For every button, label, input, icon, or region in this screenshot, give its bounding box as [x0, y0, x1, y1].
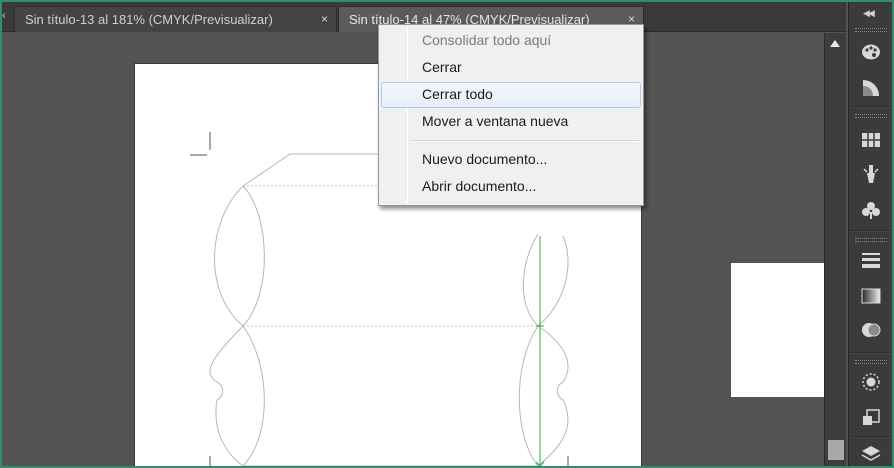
- panel-separator: [851, 352, 891, 354]
- second-artboard-fragment[interactable]: [731, 263, 824, 397]
- menu-separator: [410, 140, 639, 142]
- swatches-icon[interactable]: [859, 128, 883, 152]
- tab-scroll-left-icon[interactable]: ‹: [2, 10, 12, 22]
- panel-grip[interactable]: [855, 114, 887, 118]
- crop-mark-bottom-right: [567, 456, 569, 466]
- panel-grip[interactable]: [855, 28, 887, 32]
- panel-grip[interactable]: [855, 238, 887, 242]
- gradient-icon[interactable]: [859, 284, 883, 308]
- panel-dock: ◀◀: [848, 2, 892, 466]
- color-guide-icon[interactable]: [859, 76, 883, 100]
- panel-separator: [851, 230, 891, 232]
- layers-icon[interactable]: [859, 442, 883, 466]
- appearance-icon[interactable]: [859, 370, 883, 394]
- panel-separator: [851, 436, 891, 438]
- tab-label: Sin título-13 al 181% (CMYK/Previsualiza…: [25, 12, 273, 27]
- panel-grip[interactable]: [855, 360, 887, 364]
- symbols-icon[interactable]: [859, 198, 883, 222]
- transparency-icon[interactable]: [859, 318, 883, 342]
- color-palette-icon[interactable]: [859, 40, 883, 64]
- dieline-fold-lines: [243, 185, 538, 327]
- scroll-up-icon[interactable]: [830, 40, 840, 47]
- panel-separator: [851, 106, 891, 108]
- menu-item-cerrar-todo[interactable]: Cerrar todo: [381, 82, 641, 108]
- menu-item-mover-a-ventana-nueva[interactable]: Mover a ventana nueva: [381, 109, 641, 135]
- scroll-thumb[interactable]: [828, 440, 844, 460]
- menu-item-abrir-documento[interactable]: Abrir documento...: [381, 174, 641, 200]
- menu-item-cerrar[interactable]: Cerrar: [381, 55, 641, 81]
- crop-mark-bottom-left: [209, 456, 211, 466]
- smart-guide-line: [535, 236, 545, 466]
- vertical-scrollbar[interactable]: [824, 33, 846, 466]
- menu-item-nuevo-documento[interactable]: Nuevo documento...: [381, 147, 641, 173]
- stroke-icon[interactable]: [859, 248, 883, 272]
- illustrator-window: ‹ Sin título-13 al 181% (CMYK/Previsuali…: [2, 2, 892, 466]
- tab-document-13[interactable]: Sin título-13 al 181% (CMYK/Previsualiza…: [14, 6, 337, 32]
- graphic-styles-icon[interactable]: [859, 406, 883, 430]
- brushes-icon[interactable]: [859, 162, 883, 186]
- menu-item-consolidar-todo-aqui[interactable]: Consolidar todo aquí: [381, 28, 641, 54]
- crop-mark-top-left: [190, 132, 211, 156]
- tab-context-menu: Consolidar todo aquí Cerrar Cerrar todo …: [378, 24, 644, 206]
- collapse-panels-icon[interactable]: ◀◀: [863, 8, 875, 19]
- close-icon[interactable]: ×: [321, 12, 328, 26]
